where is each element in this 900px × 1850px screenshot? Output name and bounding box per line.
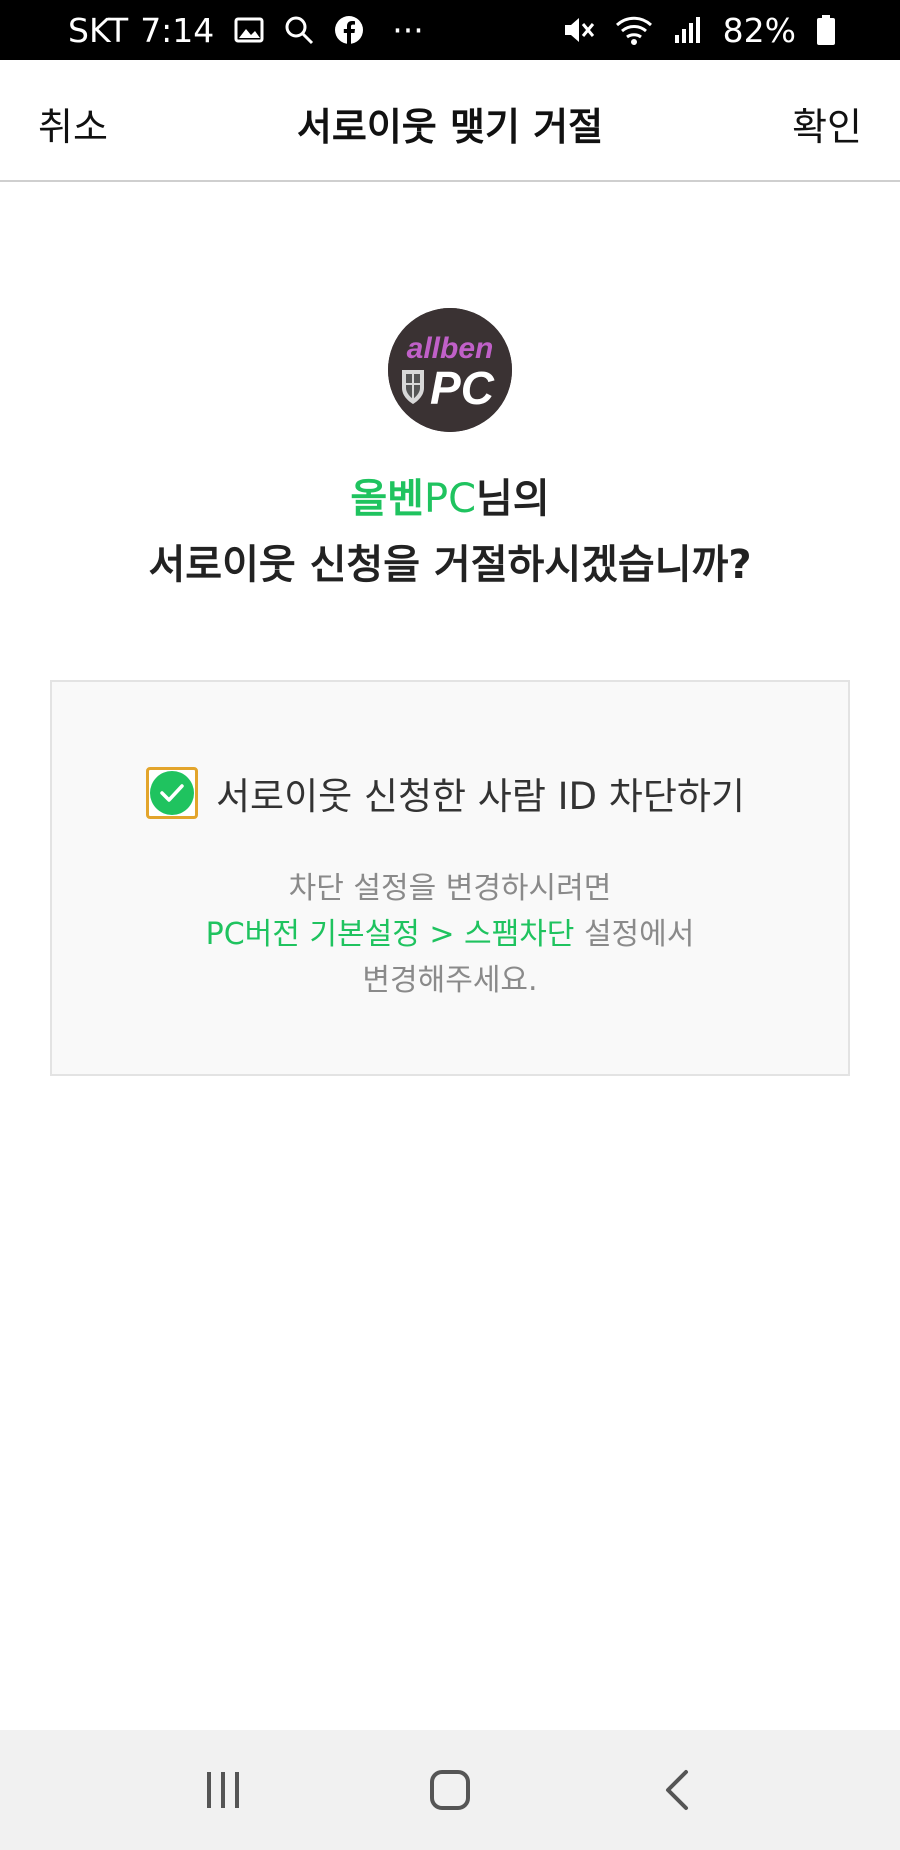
note-line3: 변경해주세요. [362, 963, 538, 998]
signal-icon [673, 15, 703, 45]
note-line1: 차단 설정을 변경하시려면 [288, 871, 612, 906]
neighbor-name: 올벤PC [350, 476, 476, 522]
battery-percent: 82% [722, 10, 796, 50]
mute-icon [561, 14, 595, 46]
back-button[interactable] [617, 1750, 737, 1830]
check-icon [150, 771, 194, 815]
wifi-icon [615, 14, 653, 46]
gallery-icon [234, 16, 264, 44]
recents-icon [207, 1772, 240, 1808]
question-line1: 올벤PC님의 [0, 466, 900, 532]
avatar: allben PC [388, 308, 512, 432]
facebook-icon [334, 15, 364, 45]
status-right: 82% [561, 11, 836, 50]
avatar-text-top: allben [407, 332, 494, 365]
block-option-box: 서로이웃 신청한 사람 ID 차단하기 차단 설정을 변경하시려면 PC버전 기… [50, 680, 850, 1076]
block-id-checkbox[interactable] [146, 767, 198, 819]
battery-icon [816, 14, 836, 46]
back-icon [665, 1770, 688, 1810]
home-icon [429, 1770, 470, 1810]
app-header: 취소 서로이웃 맺기 거절 확인 [0, 60, 900, 182]
status-bar: SKT 7:14 ··· 82% [0, 0, 900, 60]
neighbor-name-rest: PC [423, 476, 477, 522]
status-left: SKT 7:14 ··· [68, 11, 424, 50]
spam-setting-path: PC버전 기본설정 > 스팸차단 [205, 917, 575, 952]
block-setting-note: 차단 설정을 변경하시려면 PC버전 기본설정 > 스팸차단 설정에서 변경해주… [52, 866, 848, 1004]
note-line2-rest: 설정에서 [574, 917, 695, 952]
block-id-option[interactable]: 서로이웃 신청한 사람 ID 차단하기 [146, 766, 745, 820]
question-line2: 서로이웃 신청을 거절하시겠습니까? [148, 542, 752, 588]
neighbor-name-bold: 올벤 [350, 476, 424, 522]
search-icon [284, 15, 314, 45]
reject-question: 올벤PC님의 서로이웃 신청을 거절하시겠습니까? [0, 466, 900, 598]
recents-button[interactable] [163, 1750, 283, 1830]
system-nav-bar [0, 1730, 900, 1850]
clock: 7:14 [140, 10, 215, 50]
note-line2: PC버전 기본설정 > 스팸차단 설정에서 [52, 912, 848, 958]
question-suffix: 님의 [476, 476, 550, 522]
carrier: SKT [68, 10, 129, 50]
confirm-button[interactable]: 확인 [792, 96, 862, 151]
block-id-label: 서로이웃 신청한 사람 ID 차단하기 [216, 775, 745, 818]
page-title: 서로이웃 맺기 거절 [296, 105, 604, 149]
avatar-text-bottom: PC [430, 362, 495, 414]
home-button[interactable] [390, 1750, 510, 1830]
more-indicator: ··· [392, 10, 424, 50]
